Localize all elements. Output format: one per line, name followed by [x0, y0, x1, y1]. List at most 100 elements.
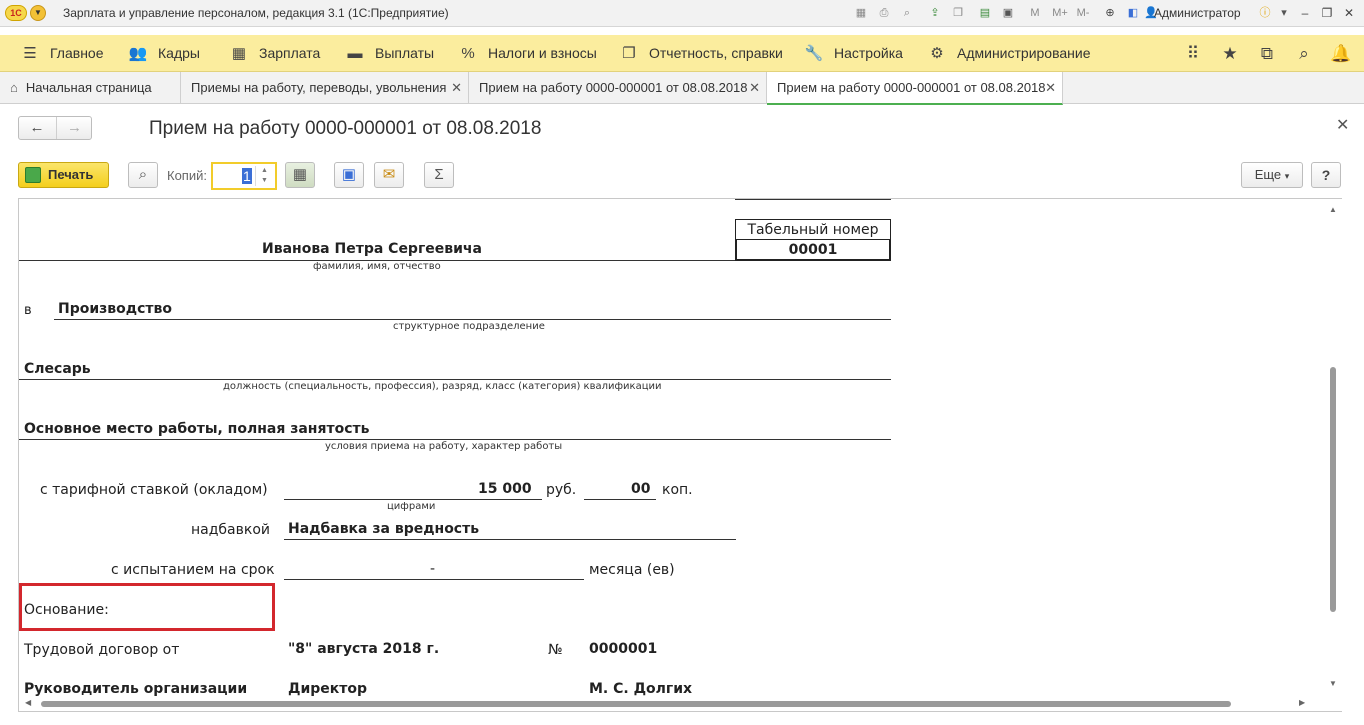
section-taxes-label: Налоги и взносы	[488, 45, 597, 61]
copies-label: Копий:	[167, 168, 207, 183]
rate-label: с тарифной ставкой (окладом)	[40, 482, 268, 498]
forward-arrow-icon[interactable]: →	[56, 117, 92, 139]
form-title: Прием на работу 0000-000001 от 08.08.201…	[149, 118, 542, 139]
percent-icon: %	[461, 45, 475, 62]
home-icon: ⌂	[10, 80, 18, 95]
navigation-buttons: ← →	[18, 116, 92, 140]
calendar-icon[interactable]: ▣	[1000, 5, 1016, 21]
number-sign: №	[548, 642, 563, 658]
employee-name: Иванова Петра Сергеевича	[262, 241, 482, 257]
months-label: месяца (ев)	[589, 562, 675, 578]
tab-hiring-print-label: Прием на работу 0000-000001 от 08.08.201…	[777, 80, 1046, 95]
section-settings[interactable]: 🔧 Настройка	[804, 35, 903, 72]
more-button[interactable]: Еще ▾	[1241, 162, 1303, 188]
minimize-button[interactable]: –	[1296, 4, 1314, 22]
calculator-icon[interactable]: ▤	[977, 5, 993, 21]
vertical-scroll-thumb[interactable]	[1330, 367, 1336, 612]
people-icon: 👥	[128, 45, 148, 62]
divider	[54, 319, 891, 320]
search-icon[interactable]: ⌕	[1292, 42, 1316, 66]
divider	[19, 439, 891, 440]
memory-minus-button[interactable]: M-	[1073, 5, 1093, 21]
copy-icon[interactable]: ❐	[950, 5, 966, 21]
section-reports[interactable]: ❐ Отчетность, справки	[619, 35, 783, 72]
tabel-number-box: Табельный номер 00001	[735, 219, 891, 261]
section-main-label: Главное	[50, 45, 104, 61]
position-value: Слесарь	[24, 361, 91, 377]
spreadsheet-document[interactable]: Табельный номер 00001 Иванова Петра Серг…	[18, 198, 1342, 712]
printer-icon	[25, 167, 41, 183]
department-caption: структурное подразделение	[393, 321, 545, 332]
notifications-bell-icon[interactable]: 🔔	[1329, 42, 1353, 66]
panel-icon[interactable]: ◧	[1125, 5, 1141, 21]
memory-button[interactable]: M	[1027, 5, 1043, 21]
section-salary[interactable]: ▦ Зарплата	[229, 35, 320, 72]
horizontal-scrollbar[interactable]: ◀ ▶	[19, 697, 1325, 711]
copies-value[interactable]: 1	[242, 168, 252, 184]
envelope-icon: ✉	[382, 166, 396, 183]
chevron-down-icon: ▾	[1284, 171, 1290, 181]
upload-icon[interactable]: ⇪	[927, 5, 943, 21]
divider	[19, 379, 891, 380]
edit-mode-button[interactable]: ▦	[285, 162, 315, 188]
gear-icon: ⚙	[930, 45, 944, 62]
calendar-grid-icon[interactable]: ▦	[853, 5, 869, 21]
title-bar: 1С ▼ Зарплата и управление персоналом, р…	[0, 0, 1364, 27]
bonus-value: Надбавка за вредность	[288, 521, 480, 537]
user-name[interactable]: Администратор	[1154, 6, 1241, 20]
tab-hiring-document-label: Прием на работу 0000-000001 от 08.08.201…	[479, 80, 748, 95]
apps-grid-icon[interactable]: ⠿	[1181, 42, 1205, 66]
save-icon: ▣	[341, 166, 357, 183]
history-icon[interactable]: ⧉	[1255, 42, 1279, 66]
section-salary-label: Зарплата	[259, 45, 321, 61]
wallet-icon: ▬	[347, 45, 363, 62]
send-email-button[interactable]: ✉	[374, 162, 404, 188]
close-icon[interactable]: ✕	[451, 72, 462, 103]
scroll-right-icon[interactable]: ▶	[1299, 698, 1305, 707]
scroll-left-icon[interactable]: ◀	[25, 698, 31, 707]
save-button[interactable]: ▣	[334, 162, 364, 188]
copies-input[interactable]: 1 ▲ ▼	[211, 162, 277, 190]
rub-label: руб.	[546, 482, 577, 498]
section-hr[interactable]: 👥 Кадры	[128, 35, 200, 72]
close-icon[interactable]: ✕	[1336, 115, 1349, 135]
section-admin[interactable]: ⚙ Администрирование	[927, 35, 1090, 72]
help-button[interactable]: ?	[1311, 162, 1341, 188]
divider	[284, 539, 736, 540]
preview-button[interactable]: ⌕	[128, 162, 158, 188]
print-button[interactable]: Печать	[18, 162, 109, 188]
tab-hiring-document[interactable]: Прием на работу 0000-000001 от 08.08.201…	[469, 72, 767, 104]
horizontal-scroll-thumb[interactable]	[41, 701, 1231, 707]
close-window-button[interactable]: ✕	[1340, 4, 1358, 22]
vertical-scrollbar[interactable]: ▲ ▼	[1325, 199, 1342, 699]
zoom-icon[interactable]: ⊕	[1102, 5, 1118, 21]
memory-plus-button[interactable]: M+	[1050, 5, 1070, 21]
wrench-icon: 🔧	[804, 45, 824, 62]
scroll-down-icon[interactable]: ▼	[1329, 679, 1337, 688]
edit-table-icon: ▦	[292, 166, 308, 183]
favorites-star-icon[interactable]: ★	[1218, 42, 1242, 66]
section-main[interactable]: ☰ Главное	[20, 35, 104, 72]
copies-stepper[interactable]: ▲ ▼	[255, 166, 273, 186]
tab-hiring-print[interactable]: Прием на работу 0000-000001 от 08.08.201…	[767, 72, 1063, 105]
tab-hirings-list[interactable]: Приемы на работу, переводы, увольнения ✕	[181, 72, 469, 104]
close-icon[interactable]: ✕	[1045, 72, 1056, 103]
main-menu-icon[interactable]: ▼	[30, 5, 46, 21]
back-arrow-icon[interactable]: ←	[19, 117, 55, 139]
contract-label: Трудовой договор от	[24, 642, 180, 658]
info-icon[interactable]: ⓘ	[1257, 5, 1273, 21]
basis-highlight-frame	[19, 583, 275, 631]
section-payments[interactable]: ▬ Выплаты	[345, 35, 435, 72]
print-icon[interactable]: ⎙	[876, 5, 892, 21]
maximize-button[interactable]: ❐	[1318, 4, 1336, 22]
chevron-down-icon[interactable]: ▾	[1276, 5, 1292, 21]
tab-home[interactable]: ⌂ Начальная страница	[0, 72, 181, 104]
preview-icon[interactable]: ⌕	[899, 5, 915, 21]
rate-value: 15 000	[478, 481, 532, 497]
section-taxes[interactable]: % Налоги и взносы	[458, 35, 597, 72]
close-icon[interactable]: ✕	[749, 72, 760, 103]
scroll-up-icon[interactable]: ▲	[1329, 205, 1337, 214]
position-caption: должность (специальность, профессия), ра…	[223, 381, 662, 392]
window-title: Зарплата и управление персоналом, редакц…	[63, 6, 449, 20]
sum-button[interactable]: Σ	[424, 162, 454, 188]
